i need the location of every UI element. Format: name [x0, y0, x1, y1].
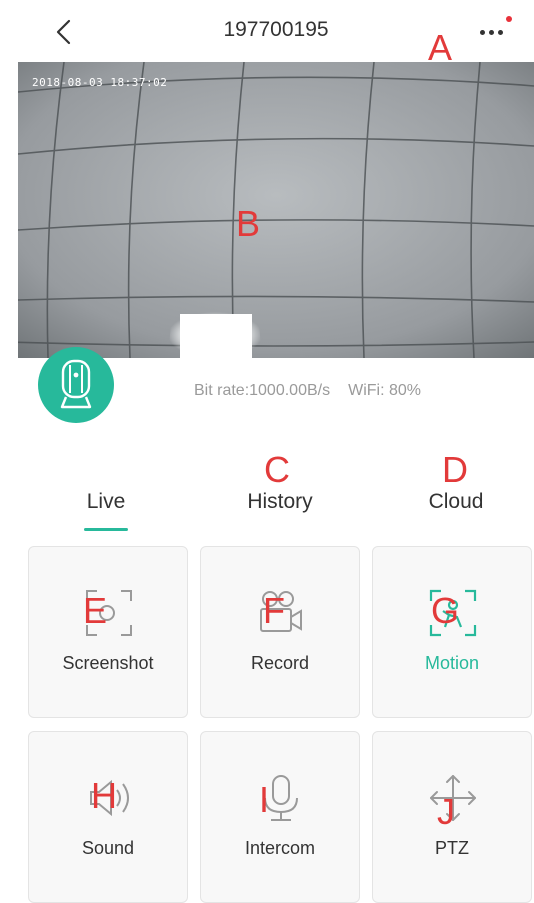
- tab-cloud[interactable]: Cloud: [416, 490, 496, 514]
- annotation-j: J: [437, 791, 455, 832]
- camera-app: 197700195 A 2018-08-03 18:37:02 B Bit ra…: [18, 0, 534, 903]
- tile-label: Record: [250, 653, 310, 673]
- annotation-b: B: [236, 203, 261, 244]
- tile-label: PTZ: [435, 838, 469, 858]
- annotation-a: A: [428, 27, 453, 68]
- more-button[interactable]: [474, 16, 518, 46]
- tile-label: Motion: [424, 653, 480, 673]
- annotation-h: H: [91, 775, 117, 816]
- bitrate-text: Bit rate:1000.00B/s: [194, 382, 331, 399]
- camera-device-icon: [60, 359, 92, 409]
- annotation-d: D: [442, 449, 468, 490]
- tab-history[interactable]: History: [230, 490, 330, 514]
- live-video-view[interactable]: 2018-08-03 18:37:02 B: [18, 62, 534, 358]
- record-button[interactable]: Record F: [200, 546, 360, 718]
- motion-button[interactable]: Motion G: [372, 546, 532, 718]
- annotation-g: G: [431, 590, 460, 631]
- annotation-i: I: [259, 779, 270, 820]
- wifi-text: WiFi: 80%: [348, 382, 421, 399]
- screenshot-button[interactable]: Screenshot E: [28, 546, 188, 718]
- ceiling-feed-image: [18, 62, 534, 358]
- annotation-c: C: [264, 449, 290, 490]
- tile-label: Intercom: [244, 838, 316, 858]
- camera-avatar[interactable]: [38, 347, 114, 423]
- active-tab-indicator: [84, 528, 128, 531]
- notification-dot: [506, 16, 512, 22]
- intercom-button[interactable]: Intercom I: [200, 731, 360, 903]
- stream-stats: Bit rate:1000.00B/s WiFi: 80%: [194, 382, 421, 400]
- device-id-title: 197700195: [223, 18, 329, 41]
- video-timestamp: 2018-08-03 18:37:02: [32, 76, 168, 89]
- annotation-e: E: [83, 590, 108, 631]
- top-bar: 197700195: [18, 0, 534, 62]
- left-margin: [0, 0, 18, 898]
- ptz-button[interactable]: PTZ J: [372, 731, 532, 903]
- tile-label: Screenshot: [62, 653, 154, 673]
- tile-label: Sound: [81, 838, 135, 858]
- annotation-f: F: [263, 590, 285, 631]
- tab-live[interactable]: Live: [66, 490, 146, 514]
- sound-button[interactable]: Sound H: [28, 731, 188, 903]
